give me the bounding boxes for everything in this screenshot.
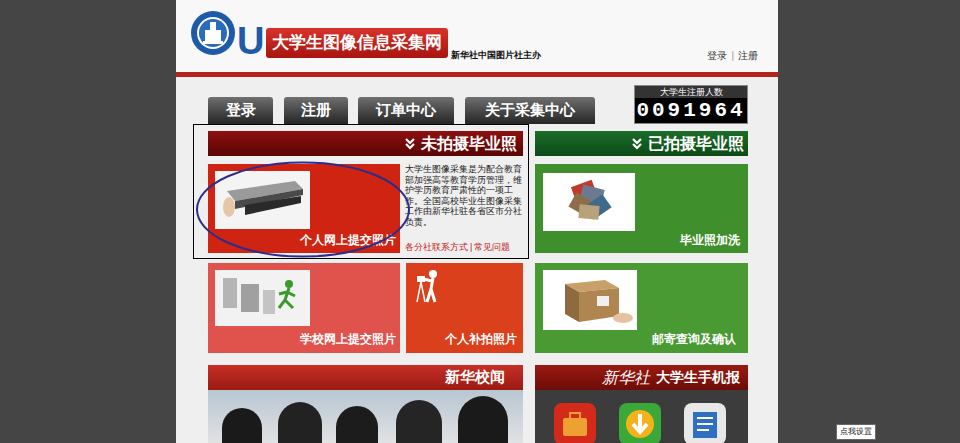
school-upload-icon: [215, 270, 310, 326]
mobile-news-section: 新华社 大学生手机报: [535, 365, 748, 443]
browser-viewport: U 大学生图像信息采集网 新华社中国图片社主办 登录 | 注册 登录 注册 订单…: [0, 0, 960, 443]
branch-contact-link[interactable]: 各分社联系方式: [405, 242, 468, 253]
mobile-title: 大学生手机报: [656, 367, 740, 388]
site-title: 大学生图像信息采集网: [266, 28, 448, 58]
news-section: 新华校闻: [208, 365, 523, 443]
intro-panel: 大学生图像采集是为配合教育部加强高等教育学历管理，维护学历教育严肃性的一项工作。…: [405, 164, 523, 253]
nav-button[interactable]: 注册: [284, 97, 348, 124]
mobile-brand: 新华社: [602, 366, 650, 390]
top-links: 登录 | 注册: [707, 48, 758, 63]
intro-links: 各分社联系方式 | 常见问题: [405, 242, 523, 253]
graduate-figure: [222, 408, 262, 443]
logo-letter: U: [237, 24, 264, 58]
scanner-icon: [215, 171, 310, 229]
section-header: 未拍摄毕业照: [208, 131, 523, 156]
sponsor-text: 新华社中国图片社主办: [451, 49, 541, 63]
news-header[interactable]: 新华校闻: [208, 365, 523, 390]
header-rule: [176, 72, 778, 77]
section-title: 已拍摄毕业照: [648, 132, 744, 156]
tile-label: 个人网上提交照片: [300, 231, 400, 249]
separator: |: [731, 48, 734, 63]
section-header: 已拍摄毕业照: [535, 131, 748, 156]
graduate-figure: [336, 406, 378, 443]
briefcase-icon[interactable]: [553, 402, 597, 443]
graduate-figure: [458, 396, 508, 443]
document-icon[interactable]: [683, 402, 727, 443]
site-header: U 大学生图像信息采集网 新华社中国图片社主办 登录 | 注册: [176, 0, 778, 72]
settings-tooltip[interactable]: 点我设置: [836, 424, 876, 440]
annotation-ellipse-icon: [195, 161, 411, 258]
faq-link[interactable]: 常见问题: [474, 242, 510, 253]
tile-label: 学校网上提交照片: [300, 330, 400, 348]
logo-icon[interactable]: [190, 10, 236, 56]
mobile-header[interactable]: 新华社 大学生手机报: [535, 365, 748, 390]
top-login-link[interactable]: 登录: [707, 48, 727, 63]
nav-button[interactable]: 订单中心: [358, 97, 454, 124]
graduate-figure: [278, 402, 322, 443]
reprint-tile[interactable]: 毕业照加洗: [535, 164, 748, 253]
tile-label: 邮寄查询及确认: [652, 330, 748, 348]
section-body: 个人网上提交照片 大学生图像采集是为配合教育部加强高等教育学历管理，维护学历教育…: [208, 164, 523, 253]
nav-bar: 登录 注册 订单中心 关于采集中心 大学生注册人数 0091964: [176, 77, 778, 124]
intro-text: 大学生图像采集是为配合教育部加强高等教育学历管理，维护学历教育严肃性的一项工作。…: [405, 164, 523, 227]
mail-query-tile[interactable]: 邮寄查询及确认: [535, 263, 748, 353]
retake-photo-tile[interactable]: 个人补拍照片: [406, 263, 523, 353]
upload-photo-tile[interactable]: 个人网上提交照片: [208, 164, 400, 253]
nav-button[interactable]: 登录: [208, 97, 273, 124]
photo-stack-icon: [543, 173, 635, 231]
tile-label: 个人补拍照片: [445, 330, 523, 348]
page: U 大学生图像信息采集网 新华社中国图片社主办 登录 | 注册 登录 注册 订单…: [176, 0, 778, 443]
photographer-icon: [415, 269, 447, 303]
row-bottom: 新华校闻 新华社 大学生手机报: [176, 365, 778, 443]
row-primary: 未拍摄毕业照 个人网上提交照片 大学生图像采集是: [176, 124, 778, 259]
section-title: 未拍摄毕业照: [421, 132, 517, 156]
row-secondary: 学校网上提交照片 个人补拍照片: [176, 263, 778, 353]
taken-section: 已拍摄毕业照 毕业照加洗: [535, 124, 748, 259]
nav-button[interactable]: 关于采集中心: [465, 97, 595, 124]
news-photo[interactable]: [208, 390, 523, 443]
register-counter: 大学生注册人数 0091964: [634, 85, 748, 124]
school-upload-tile[interactable]: 学校网上提交照片: [208, 263, 400, 353]
not-taken-section: 未拍摄毕业照 个人网上提交照片 大学生图像采集是: [193, 124, 529, 259]
parcel-icon: [543, 270, 637, 330]
double-chevron-icon: [631, 138, 643, 150]
mobile-apps: [535, 390, 748, 443]
top-register-link[interactable]: 注册: [738, 48, 758, 63]
tile-label: 毕业照加洗: [680, 231, 748, 249]
graduate-figure: [396, 400, 442, 443]
double-chevron-icon: [404, 138, 416, 150]
download-icon[interactable]: [618, 402, 662, 443]
counter-digits: 0091964: [635, 98, 747, 123]
counter-label: 大学生注册人数: [635, 86, 747, 98]
separator: |: [470, 242, 472, 253]
